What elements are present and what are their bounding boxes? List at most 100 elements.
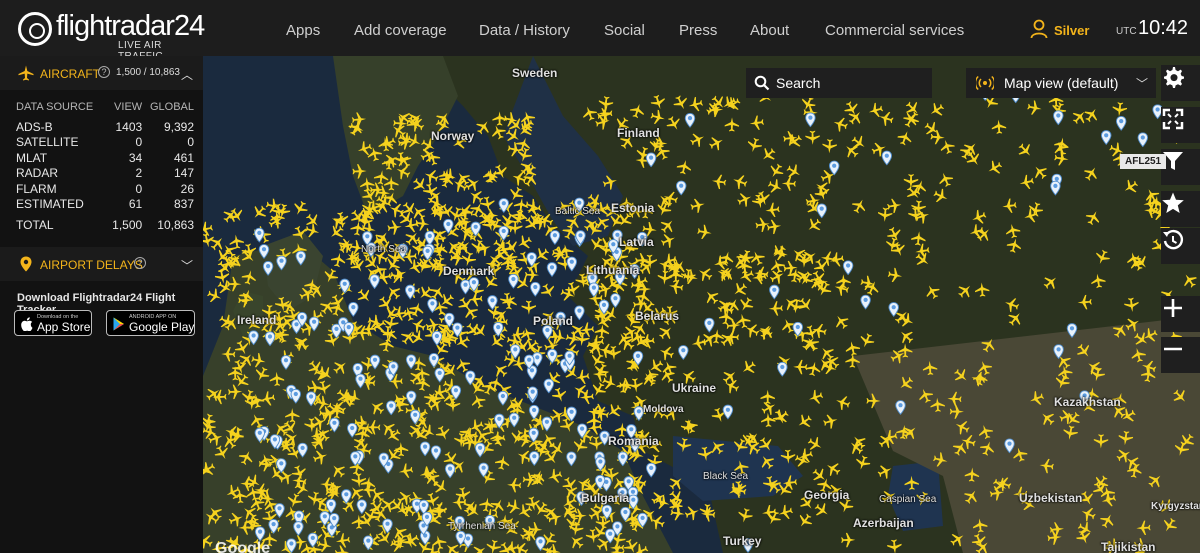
- row-view: 0: [135, 181, 143, 196]
- nav-about[interactable]: About: [750, 22, 789, 39]
- row-global: 0: [187, 135, 194, 150]
- map-label-bulgaria: Bulgaria: [581, 491, 630, 505]
- fullscreen-button[interactable]: [1161, 107, 1200, 143]
- zoom-out-button[interactable]: [1161, 337, 1200, 373]
- airport-delays-title: AIRPORT DELAYS: [40, 258, 143, 272]
- apple-icon: [21, 317, 33, 331]
- playback-button[interactable]: [1161, 228, 1200, 264]
- nav-press[interactable]: Press: [679, 22, 717, 39]
- map-label-latvia: Latvia: [619, 235, 654, 249]
- table-header-row: DATA SOURCE VIEW GLOBAL: [16, 101, 194, 119]
- user-tier-label[interactable]: Silver: [1054, 23, 1089, 38]
- google-attribution: Google: [215, 540, 271, 553]
- fullscreen-icon: [1162, 108, 1184, 130]
- map-terrain: [203, 56, 1200, 553]
- row-global: 26: [180, 181, 194, 196]
- table-row: MLAT 34 461: [16, 150, 194, 166]
- row-source: ADS-B: [16, 119, 53, 134]
- col-view: VIEW: [114, 101, 143, 113]
- map-label-kyrgyzstan: Kyrgyzstan: [1151, 501, 1200, 512]
- table-row: FLARM 0 26: [16, 181, 194, 197]
- search-label: Search: [776, 75, 821, 91]
- search-button[interactable]: Search: [746, 68, 932, 98]
- table-row: SATELLITE 0 0: [16, 135, 194, 151]
- row-view: 0: [135, 135, 143, 150]
- data-source-table: DATA SOURCE VIEW GLOBAL ADS-B 1403 9,392…: [16, 101, 194, 232]
- map-label-belarus: Belarus: [635, 309, 680, 323]
- flightradar24-logo[interactable]: flightradar24 LIVE AIR TRAFFIC: [18, 10, 205, 62]
- map-label-ukraine: Ukraine: [672, 381, 717, 395]
- map-label-georgia: Georgia: [804, 488, 850, 502]
- row-view: 1403: [115, 119, 143, 134]
- map-label-turkey: Turkey: [723, 534, 762, 548]
- favorites-button[interactable]: [1161, 191, 1200, 227]
- map-label-estonia: Estonia: [611, 201, 655, 215]
- chevron-up-icon[interactable]: ︿: [181, 66, 193, 83]
- aircraft-panel-header[interactable]: AIRCRAFT ? 1,500 / 10,863 ︿: [0, 56, 203, 90]
- row-source: RADAR: [16, 166, 59, 181]
- zoom-in-icon: [1164, 299, 1182, 317]
- map-label-black-sea: Black Sea: [703, 471, 749, 482]
- plane-icon: [18, 65, 34, 81]
- flight-map[interactable]: Sweden Norway Finland Estonia Latvia Lit…: [203, 56, 1200, 553]
- row-view: 61: [128, 197, 143, 212]
- map-label-lithuania: Lithuania: [586, 263, 640, 277]
- selected-flight-callsign[interactable]: AFL251: [1120, 154, 1167, 169]
- map-label-uzbekistan: Uzbekistan: [1019, 491, 1083, 505]
- map-label-azerbaijan: Azerbaijan: [853, 516, 914, 530]
- row-global: 837: [173, 197, 194, 212]
- total-global: 10,863: [157, 218, 194, 232]
- top-navigation-bar: flightradar24 LIVE AIR TRAFFIC Apps Add …: [0, 0, 1200, 62]
- total-view: 1,500: [112, 218, 143, 232]
- nav-commercial-services[interactable]: Commercial services: [825, 22, 964, 39]
- map-label-romania: Romania: [608, 434, 659, 448]
- map-label-tyrrhenian-sea: Tyrrhenian Sea: [448, 521, 516, 532]
- col-global: GLOBAL: [149, 101, 194, 113]
- row-global: 9,392: [163, 119, 194, 134]
- map-view-label: Map view (default): [1004, 75, 1119, 91]
- nav-apps[interactable]: Apps: [286, 22, 320, 39]
- sidebar-panel: AIRCRAFT ? 1,500 / 10,863 ︿ DATA SOURCE …: [0, 56, 203, 553]
- table-row: ESTIMATED 61 837: [16, 197, 194, 213]
- filter-button[interactable]: [1161, 149, 1200, 185]
- nav-add-coverage[interactable]: Add coverage: [354, 22, 447, 39]
- aircraft-panel-title: AIRCRAFT: [40, 67, 100, 81]
- table-row: ADS-B 1403 9,392: [16, 119, 194, 135]
- play-icon: [113, 317, 124, 331]
- timezone-label: UTC: [1116, 26, 1137, 37]
- col-data-source: DATA SOURCE: [16, 101, 94, 113]
- row-source: SATELLITE: [16, 135, 79, 150]
- brand-name: flightradar24: [56, 10, 205, 42]
- row-source: MLAT: [16, 150, 48, 165]
- row-source: FLARM: [16, 181, 57, 196]
- map-label-tajikistan: Tajikistan: [1101, 540, 1156, 553]
- pin-icon: [20, 256, 32, 272]
- map-label-poland: Poland: [533, 314, 574, 328]
- app-store-label: App Store: [37, 320, 91, 334]
- aircraft-count: 1,500 / 10,863: [116, 67, 180, 78]
- star-icon: [1162, 192, 1184, 213]
- map-label-denmark: Denmark: [443, 264, 495, 278]
- airport-delays-header[interactable]: AIRPORT DELAYS ? ﹀: [0, 247, 203, 281]
- map-label-north-sea: North Sea: [361, 244, 407, 255]
- nav-social[interactable]: Social: [604, 22, 645, 39]
- user-icon[interactable]: [1030, 19, 1048, 39]
- table-row: RADAR 2 147: [16, 166, 194, 182]
- google-play-label: Google Play: [129, 320, 195, 334]
- chevron-down-icon[interactable]: ﹀: [181, 257, 193, 274]
- app-store-button[interactable]: Download on the App Store: [14, 310, 92, 336]
- map-label-ireland: Ireland: [237, 313, 277, 327]
- row-global: 147: [173, 166, 194, 181]
- zoom-in-button[interactable]: [1161, 296, 1200, 332]
- help-icon[interactable]: ?: [134, 257, 146, 269]
- nav-data-history[interactable]: Data / History: [479, 22, 570, 39]
- row-view: 34: [128, 150, 143, 165]
- search-icon: [754, 75, 770, 91]
- help-icon[interactable]: ?: [98, 66, 110, 78]
- settings-button[interactable]: [1161, 65, 1200, 101]
- google-play-button[interactable]: ANDROID APP ON Google Play: [106, 310, 195, 336]
- row-source: ESTIMATED: [16, 197, 84, 212]
- clock: 10:42: [1138, 17, 1189, 39]
- map-label-kazakhstan: Kazakhstan: [1054, 395, 1121, 409]
- map-view-dropdown[interactable]: Map view (default) ﹀: [966, 68, 1156, 98]
